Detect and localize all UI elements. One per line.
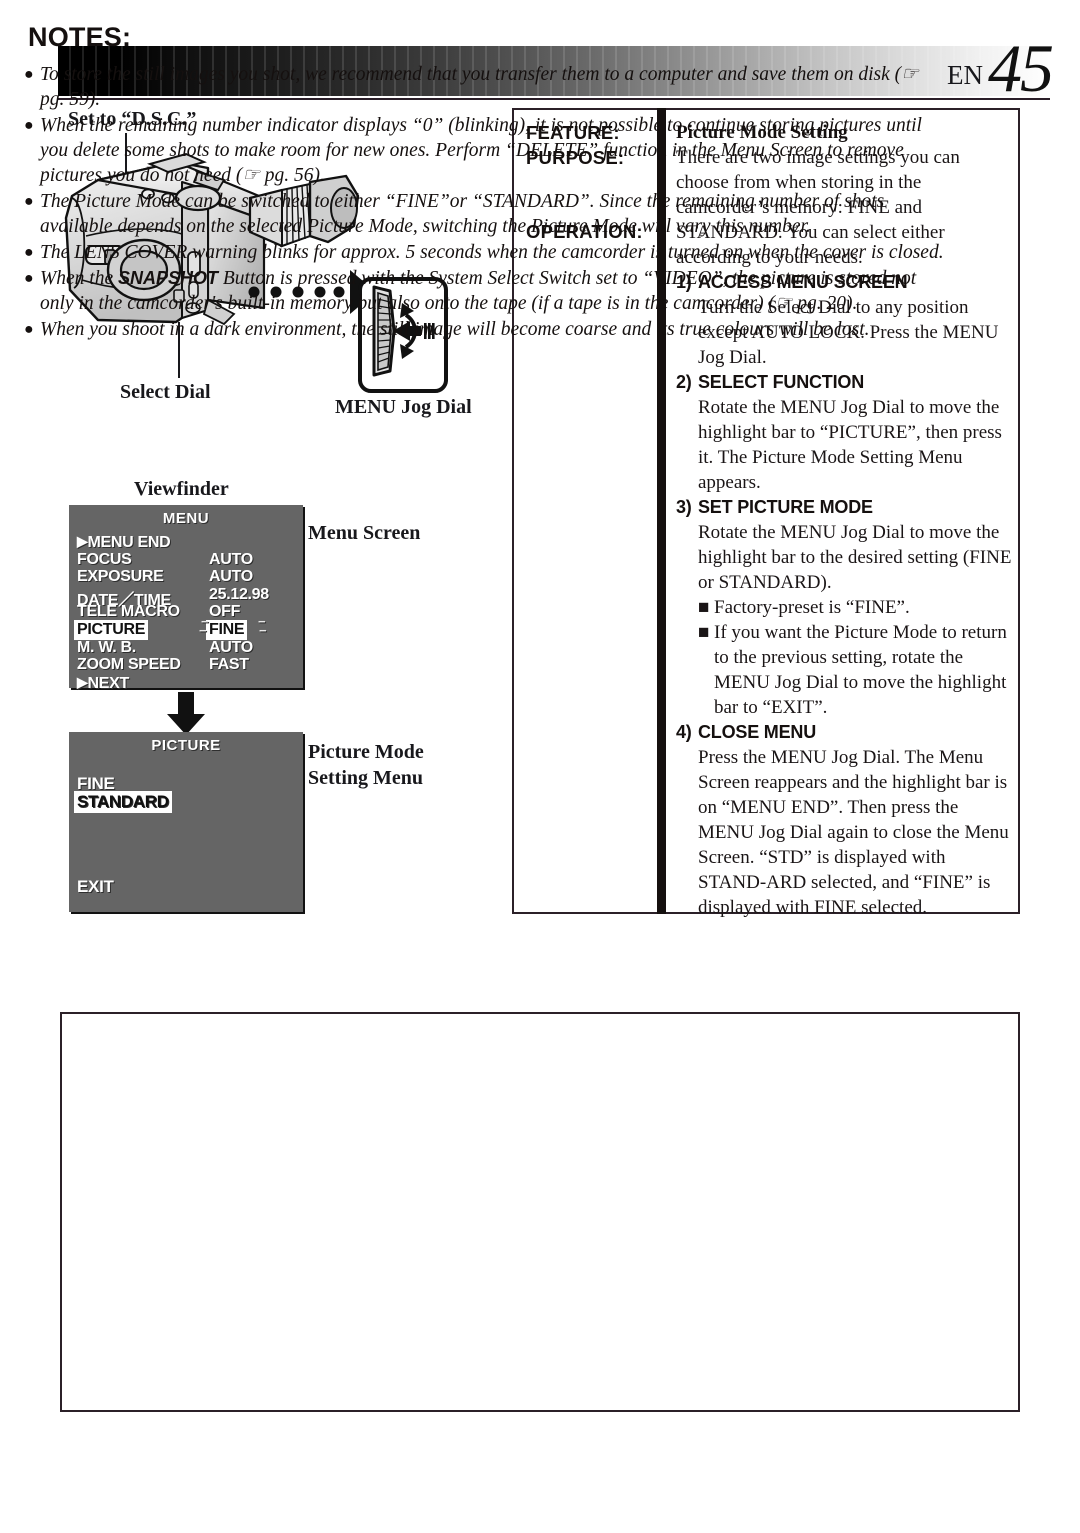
- step-heading: SELECT FUNCTION: [698, 372, 864, 392]
- label-menu-jog-dial: MENU Jog Dial: [335, 396, 472, 418]
- bullet-dot-icon: ●: [24, 321, 34, 338]
- menu-row-picture[interactable]: PICTURE FINE − − − −: [69, 614, 303, 639]
- bullet-text: If you want the Picture Mode to return t…: [714, 622, 1007, 718]
- note-text: The LENS COVER warning blinks for approx…: [40, 242, 944, 263]
- note-item: ● The LENS COVER warning blinks for appr…: [24, 240, 944, 265]
- bullet-dot-icon: ●: [24, 270, 34, 287]
- viewfinder-picture-menu-screen: PICTURE FINE STANDARD EXIT: [69, 732, 303, 912]
- viewfinder-menu-screen: MENU ▶MENU END FOCUS AUTO EXPOSURE AUTO …: [69, 505, 303, 692]
- menu-row-zoom-speed[interactable]: ZOOM SPEED FAST: [69, 656, 303, 674]
- menu-row-mwb[interactable]: M. W. B. AUTO: [69, 639, 303, 657]
- note-item: ● When the remaining number indicator di…: [24, 113, 944, 188]
- notes-list: ● To store the still images you shot, we…: [24, 62, 944, 343]
- page-number: 45: [988, 30, 1054, 106]
- menu-row-value: AUTO: [209, 568, 253, 586]
- picture-option-standard-highlighted[interactable]: STANDARD: [75, 792, 171, 812]
- bullet-text: Factory-preset is “FINE”.: [714, 597, 910, 618]
- menu-row-value: AUTO: [209, 638, 253, 656]
- note-text: When you shoot in a dark environment, th…: [40, 319, 870, 340]
- menu-row-menu-end[interactable]: ▶MENU END: [69, 533, 303, 551]
- menu-row-focus[interactable]: FOCUS AUTO: [69, 551, 303, 569]
- menu-row-date-time[interactable]: DATE／TIME 25.12.98: [69, 585, 303, 609]
- step-number: 2): [676, 372, 692, 392]
- menu-row-label-highlighted: PICTURE: [75, 620, 148, 639]
- menu-row-value: OFF: [209, 603, 241, 621]
- bullet-dot-icon: ●: [24, 66, 34, 83]
- menu-row-next[interactable]: ▶NEXT: [69, 674, 303, 692]
- term-snapshot: SNAPSHOT: [117, 268, 218, 288]
- blink-mark-right: −: [259, 622, 267, 638]
- bullet-dot-icon: ●: [24, 117, 34, 134]
- operation-step-4-heading: 4) CLOSE MENU: [676, 720, 1012, 745]
- picture-option-fine[interactable]: FINE: [77, 774, 115, 794]
- step-number: 3): [676, 497, 692, 517]
- triangle-right-icon: ▶: [77, 533, 88, 549]
- menu-row-tele-macro[interactable]: TELE MACRO OFF: [69, 603, 303, 621]
- menu-row-label: ▶MENU END: [77, 533, 171, 551]
- bullet-dot-icon: ●: [24, 244, 34, 261]
- operation-step-3-bullet-1: ■ Factory-preset is “FINE”.: [676, 595, 1012, 620]
- operation-step-3-bullet-2: ■ If you want the Picture Mode to return…: [676, 620, 1012, 720]
- menu-row-label: EXPOSURE: [77, 568, 164, 586]
- square-bullet-icon: ■: [698, 622, 710, 643]
- menu-screen-rows: ▶MENU END FOCUS AUTO EXPOSURE AUTO DATE／…: [69, 533, 303, 692]
- label-menu-screen: Menu Screen: [308, 522, 421, 544]
- label-pmsm-line1: Picture Mode: [308, 741, 424, 763]
- notes-title: NOTES:: [28, 22, 132, 52]
- picture-option-exit[interactable]: EXIT: [77, 877, 114, 897]
- menu-row-label: TELE MACRO: [77, 603, 180, 621]
- label-picture-mode-setting-menu: Picture Mode Setting Menu: [308, 740, 424, 791]
- label-pmsm-line2: Setting Menu: [308, 766, 423, 789]
- menu-row-value: FAST: [209, 656, 249, 674]
- notes-box: [60, 1012, 1020, 1412]
- page-indicator: EN 45: [947, 30, 1054, 106]
- menu-row-value: AUTO: [209, 550, 253, 568]
- step-heading: CLOSE MENU: [698, 722, 817, 742]
- triangle-right-icon: ▶: [77, 673, 88, 690]
- blink-mark-left: −: [199, 622, 207, 638]
- square-bullet-icon: ■: [698, 597, 710, 618]
- language-code: EN: [947, 59, 983, 90]
- operation-step-3-heading: 3) SET PICTURE MODE: [676, 495, 1012, 520]
- menu-row-label: ▶NEXT: [77, 673, 129, 692]
- note-item: ● To store the still images you shot, we…: [24, 62, 944, 112]
- flow-down-arrow-icon: [167, 692, 205, 735]
- menu-screen-title: MENU: [162, 510, 210, 527]
- note-text: To store the still images you shot, we r…: [40, 64, 919, 110]
- menu-row-value-highlighted: FINE: [207, 620, 247, 639]
- step-number: 4): [676, 722, 692, 742]
- bullet-dot-icon: ●: [24, 193, 34, 210]
- menu-row-label: M. W. B.: [77, 638, 136, 656]
- menu-row-label: FOCUS: [77, 550, 132, 568]
- operation-step-3-body: Rotate the MENU Jog Dial to move the hig…: [698, 522, 1012, 593]
- label-viewfinder: Viewfinder: [134, 478, 229, 500]
- operation-step-2-heading: 2) SELECT FUNCTION: [676, 370, 1012, 395]
- note-text: The Picture Mode can be switched to eith…: [40, 191, 885, 237]
- menu-row-label: ZOOM SPEED: [77, 656, 181, 674]
- operation-step-4-body: Press the MENU Jog Dial. The Menu Screen…: [698, 747, 1009, 918]
- picture-menu-title: PICTURE: [151, 737, 221, 754]
- operation-step-2-body: Rotate the MENU Jog Dial to move the hig…: [698, 397, 1002, 493]
- note-text-snapshot: When the SNAPSHOT Button is pressed with…: [40, 268, 917, 314]
- note-item: ● The Picture Mode can be switched to ei…: [24, 189, 944, 239]
- menu-row-value: 25.12.98: [209, 585, 269, 603]
- manual-page: EN 45 Set to “D.S.C.” Select Dial MENU J…: [0, 0, 1080, 1533]
- note-text: When the remaining number indicator disp…: [40, 115, 922, 186]
- step-heading: SET PICTURE MODE: [698, 497, 873, 517]
- menu-row-exposure[interactable]: EXPOSURE AUTO: [69, 568, 303, 586]
- note-item: ● When you shoot in a dark environment, …: [24, 317, 944, 342]
- note-item: ● When the SNAPSHOT Button is pressed wi…: [24, 266, 944, 316]
